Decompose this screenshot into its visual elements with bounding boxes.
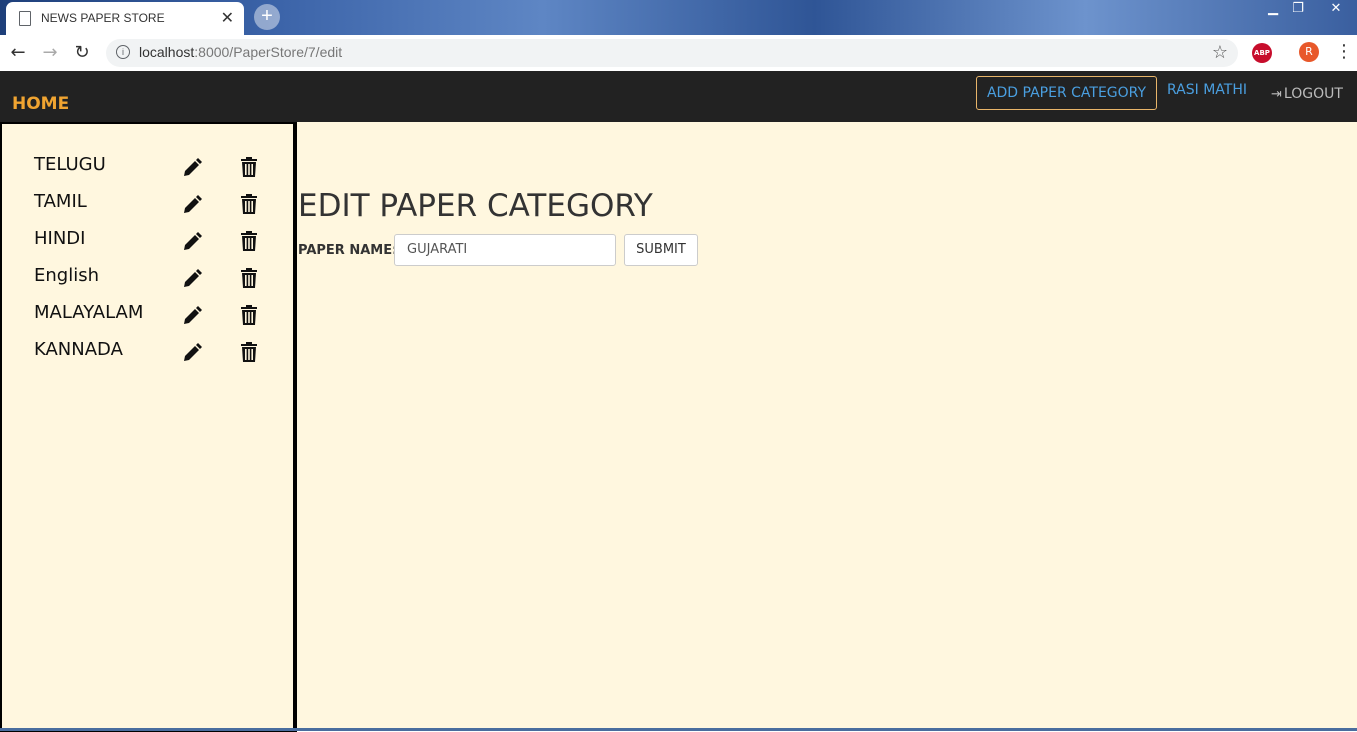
- user-name-link[interactable]: RASI MATHI: [1167, 82, 1247, 98]
- app-navbar: HOME ADD PAPER CATEGORY RASI MATHI ⇥ LOGO…: [0, 71, 1357, 122]
- edit-pencil-icon[interactable]: [182, 158, 202, 182]
- url-text: localhost:8000/PaperStore/7/edit: [139, 44, 342, 60]
- trash-icon[interactable]: [240, 194, 258, 218]
- tab-close-icon[interactable]: ✕: [221, 8, 234, 27]
- url-path: :8000/PaperStore/7/edit: [194, 44, 343, 60]
- trash-icon[interactable]: [240, 342, 258, 366]
- address-bar[interactable]: i localhost:8000/PaperStore/7/edit ☆: [106, 39, 1238, 67]
- trash-icon[interactable]: [240, 157, 258, 181]
- browser-titlebar: NEWS PAPER STORE ✕ + ▁ ❐ ✕: [0, 0, 1357, 35]
- minimize-icon[interactable]: ▁: [1259, 0, 1287, 20]
- restore-icon[interactable]: ❐: [1284, 0, 1312, 20]
- trash-icon[interactable]: [240, 268, 258, 292]
- home-link[interactable]: HOME: [12, 94, 69, 114]
- paper-name-input[interactable]: GUJARATI: [394, 234, 616, 266]
- main-area: TELUGU TAMIL HINDI English MALAYALAM KAN…: [0, 122, 1357, 732]
- paper-name-label-text: PAPER NAME: [298, 243, 393, 258]
- menu-icon[interactable]: ⋮: [1335, 41, 1353, 62]
- category-name: KANNADA: [34, 339, 123, 360]
- browser-toolbar: ← → ↻ i localhost:8000/PaperStore/7/edit…: [0, 35, 1357, 72]
- logout-label: LOGOUT: [1283, 86, 1343, 102]
- add-paper-category-button[interactable]: ADD PAPER CATEGORY: [976, 76, 1157, 110]
- logout-icon: ⇥: [1271, 87, 1282, 102]
- list-item: TELUGU: [34, 154, 284, 188]
- reload-icon[interactable]: ↻: [70, 41, 94, 65]
- back-icon[interactable]: ←: [6, 41, 30, 65]
- category-name: HINDI: [34, 228, 86, 249]
- document-icon: [19, 11, 31, 26]
- adblock-icon[interactable]: ABP: [1252, 43, 1272, 63]
- tab-title: NEWS PAPER STORE: [41, 11, 165, 25]
- page-title: EDIT PAPER CATEGORY: [298, 188, 653, 224]
- list-item: KANNADA: [34, 339, 284, 373]
- paper-name-label: PAPER NAME:: [298, 243, 397, 258]
- list-item: MALAYALAM: [34, 302, 284, 336]
- list-item: TAMIL: [34, 191, 284, 225]
- forward-icon[interactable]: →: [38, 41, 62, 65]
- list-item: English: [34, 265, 284, 299]
- edit-pencil-icon[interactable]: [182, 269, 202, 293]
- bookmark-star-icon[interactable]: ☆: [1212, 42, 1228, 63]
- edit-pencil-icon[interactable]: [182, 195, 202, 219]
- list-item: HINDI: [34, 228, 284, 262]
- trash-icon[interactable]: [240, 231, 258, 255]
- submit-button[interactable]: SUBMIT: [624, 234, 698, 266]
- category-name: MALAYALAM: [34, 302, 144, 323]
- logout-link[interactable]: ⇥ LOGOUT: [1271, 86, 1343, 102]
- window-close-icon[interactable]: ✕: [1322, 0, 1350, 20]
- edit-pencil-icon[interactable]: [182, 232, 202, 256]
- category-name: TELUGU: [34, 154, 106, 175]
- profile-avatar[interactable]: R: [1299, 42, 1319, 62]
- info-icon[interactable]: i: [116, 45, 130, 59]
- category-sidebar: TELUGU TAMIL HINDI English MALAYALAM KAN…: [0, 122, 297, 732]
- edit-pencil-icon[interactable]: [182, 343, 202, 367]
- browser-tab[interactable]: NEWS PAPER STORE ✕: [6, 2, 244, 35]
- trash-icon[interactable]: [240, 305, 258, 329]
- edit-pencil-icon[interactable]: [182, 306, 202, 330]
- category-name: English: [34, 265, 99, 286]
- new-tab-button[interactable]: +: [254, 4, 280, 30]
- category-name: TAMIL: [34, 191, 87, 212]
- url-host: localhost: [139, 44, 195, 60]
